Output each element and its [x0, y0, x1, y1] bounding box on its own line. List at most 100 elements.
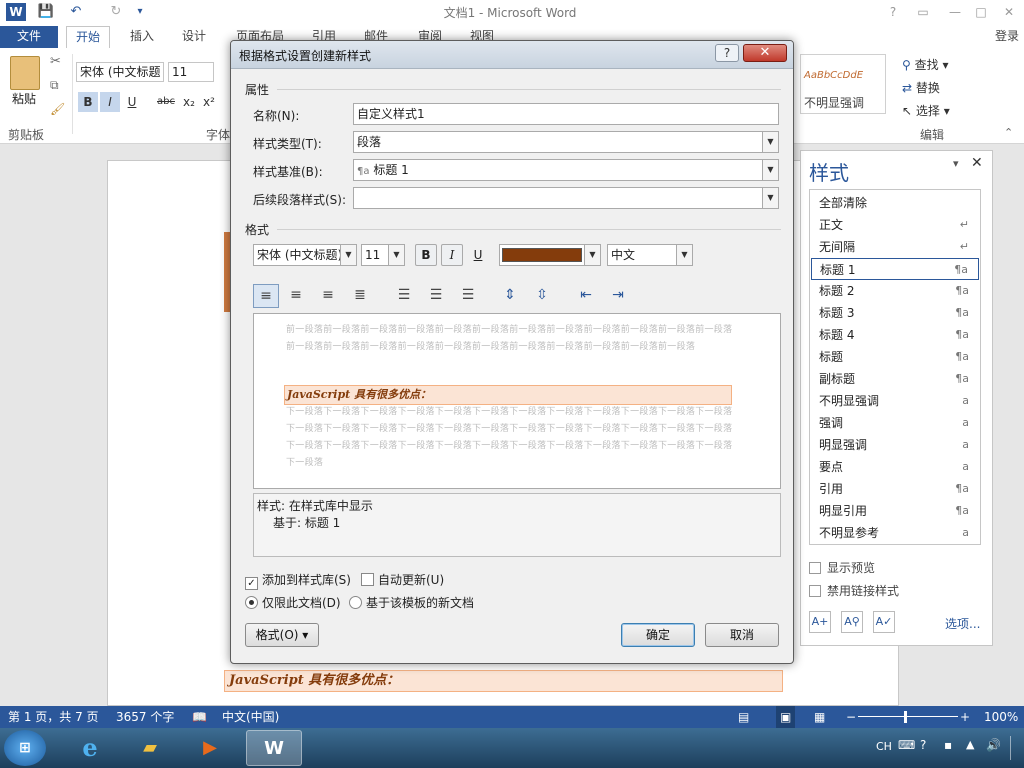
style-item[interactable]: 全部清除 [811, 192, 979, 214]
style-item[interactable]: 标题 1 ¶a [811, 258, 979, 280]
find-button[interactable]: ⚲ 查找 ▾ [902, 56, 948, 73]
disable-linked-box[interactable] [809, 585, 821, 597]
new-style-icon[interactable]: A+ [809, 611, 831, 633]
replace-button[interactable]: ⇄ 替换 [902, 79, 940, 96]
italic-button[interactable]: I [100, 92, 120, 112]
start-button[interactable]: ⊞ [4, 730, 46, 766]
collapse-ribbon-icon[interactable]: ⌃ [1004, 126, 1013, 139]
tab-design[interactable]: 设计 [174, 26, 214, 48]
auto-update-box[interactable] [361, 573, 374, 586]
dialog-close-button[interactable]: ✕ [743, 44, 787, 62]
font-size-box[interactable]: 11 [168, 62, 214, 82]
underline-toggle[interactable]: U [467, 244, 489, 266]
zoom-slider[interactable] [858, 716, 958, 717]
font-name-select[interactable]: 宋体 (中文标题) ▼ [253, 244, 357, 266]
paste-icon[interactable] [10, 56, 40, 90]
chevron-down-icon[interactable]: ▼ [388, 245, 404, 265]
radio-selected[interactable] [245, 596, 258, 609]
chevron-down-icon[interactable]: ▼ [340, 245, 356, 265]
subscript-button[interactable]: x₂ [180, 92, 198, 112]
bold-button[interactable]: B [78, 92, 98, 112]
increase-paragraph-spacing-icon[interactable]: ⇕ [497, 284, 523, 308]
redo-icon[interactable]: ↻ [106, 3, 126, 21]
zoom-level[interactable]: 100% [984, 706, 1018, 728]
language-select[interactable]: 中文 ▼ [607, 244, 693, 266]
select-button[interactable]: ↖ 选择 ▾ [902, 102, 950, 119]
double-spacing-icon[interactable]: ☰ [455, 284, 481, 308]
auto-update-checkbox[interactable]: 自动更新(U) [361, 571, 444, 588]
show-preview-checkbox[interactable]: 显示预览 [809, 559, 875, 576]
language-status[interactable]: 中文(中国) [222, 706, 279, 728]
increase-indent-icon[interactable]: ⇥ [605, 284, 631, 308]
add-to-gallery-checkbox[interactable]: ✓ 添加到样式库(S) [245, 571, 351, 590]
superscript-button[interactable]: x² [200, 92, 218, 112]
tab-file[interactable]: 文件 [0, 26, 58, 48]
following-style-select[interactable]: ▼ [353, 187, 779, 209]
customize-qat-icon[interactable]: ▾ [130, 3, 150, 21]
font-color-select[interactable]: ▼ [499, 244, 601, 266]
dialog-help-button[interactable]: ? [715, 44, 739, 62]
chevron-down-icon[interactable]: ▼ [762, 160, 778, 180]
style-item[interactable]: 不明显参考 a [811, 522, 979, 544]
help-icon[interactable]: ? [882, 3, 904, 21]
volume-icon[interactable]: 🔊 [986, 738, 1001, 752]
signin-link[interactable]: 登录 [990, 26, 1024, 48]
minimize-button[interactable]: — [944, 3, 966, 21]
copy-icon[interactable]: ⧉ [50, 78, 59, 93]
zoom-thumb[interactable] [904, 711, 907, 723]
zoom-in-icon[interactable]: + [960, 706, 970, 728]
tray-language[interactable]: CH [876, 740, 892, 753]
style-item[interactable]: 明显引用 ¶a [811, 500, 979, 522]
print-layout-icon[interactable]: ▣ [776, 706, 796, 728]
chevron-down-icon[interactable]: ▼ [676, 245, 692, 265]
style-item[interactable]: 要点 a [811, 456, 979, 478]
options-link[interactable]: 选项... [945, 615, 980, 632]
style-item[interactable]: 标题 4 ¶a [811, 324, 979, 346]
style-item[interactable]: 正文 ↵ [811, 214, 979, 236]
decrease-indent-icon[interactable]: ⇤ [573, 284, 599, 308]
save-icon[interactable]: 💾 [36, 3, 56, 21]
chevron-down-icon[interactable]: ▼ [584, 245, 600, 265]
align-left-icon[interactable]: ≡ [253, 284, 279, 308]
bold-toggle[interactable]: B [415, 244, 437, 266]
ribbon-display-icon[interactable]: ▭ [912, 3, 934, 21]
font-size-select[interactable]: 11 ▼ [361, 244, 405, 266]
style-item[interactable]: 标题 ¶a [811, 346, 979, 368]
format-painter-icon[interactable]: 🖌 [50, 102, 65, 116]
style-item[interactable]: 不明显强调 a [811, 390, 979, 412]
close-window-button[interactable]: ✕ [998, 3, 1020, 21]
style-name-input[interactable]: 自定义样式1 [353, 103, 779, 125]
manage-styles-icon[interactable]: A✓ [873, 611, 895, 633]
style-item[interactable]: 标题 2 ¶a [811, 280, 979, 302]
style-type-select[interactable]: 段落 ▼ [353, 131, 779, 153]
style-item[interactable]: 标题 3 ¶a [811, 302, 979, 324]
decrease-paragraph-spacing-icon[interactable]: ⇳ [529, 284, 555, 308]
word-count[interactable]: 3657 个字 [116, 706, 174, 728]
tray-app-icon[interactable]: ▪ [944, 738, 952, 752]
show-desktop-button[interactable] [1010, 736, 1022, 760]
pane-options-icon[interactable]: ▾ [953, 157, 959, 170]
style-item[interactable]: 明显强调 a [811, 434, 979, 456]
format-menu-button[interactable]: 格式(O) ▾ [245, 623, 319, 647]
word-app-icon[interactable]: W [6, 3, 26, 21]
cancel-button[interactable]: 取消 [705, 623, 779, 647]
proofing-icon[interactable]: 📖 [192, 706, 207, 728]
checkmark-icon[interactable]: ✓ [245, 577, 258, 590]
underline-button[interactable]: U [122, 92, 142, 112]
document-heading[interactable]: JavaScript 具有很多优点： [224, 670, 783, 692]
italic-toggle[interactable]: I [441, 244, 463, 266]
style-item[interactable]: 副标题 ¶a [811, 368, 979, 390]
help-tray-icon[interactable]: ? [920, 738, 926, 752]
restore-button[interactable]: □ [970, 3, 992, 21]
disable-linked-checkbox[interactable]: 禁用链接样式 [809, 582, 899, 599]
new-docs-template-radio[interactable]: 基于该模板的新文档 [349, 594, 474, 611]
one-half-spacing-icon[interactable]: ☰ [423, 284, 449, 308]
justify-icon[interactable]: ≣ [347, 284, 373, 308]
page-count[interactable]: 第 1 页，共 7 页 [8, 706, 99, 728]
strikethrough-button[interactable]: abc [154, 92, 178, 112]
show-preview-box[interactable] [809, 562, 821, 574]
tab-insert[interactable]: 插入 [122, 26, 162, 48]
explorer-icon[interactable]: ▰ [122, 730, 178, 766]
chevron-down-icon[interactable]: ▼ [762, 132, 778, 152]
style-item[interactable]: 强调 a [811, 412, 979, 434]
